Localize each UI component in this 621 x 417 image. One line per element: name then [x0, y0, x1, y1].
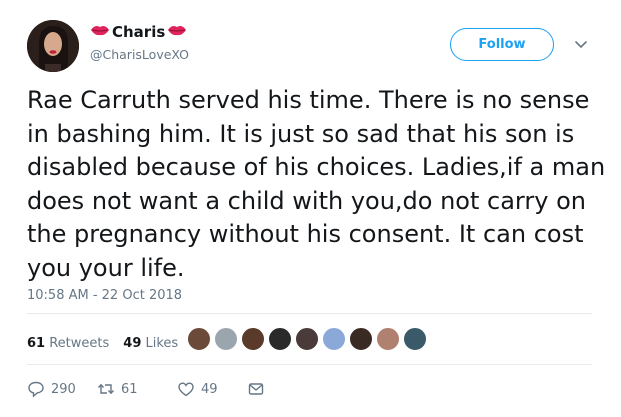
liker-avatar[interactable]: [322, 327, 346, 351]
liker-avatar[interactable]: [403, 327, 427, 351]
retweet-icon: [97, 383, 115, 395]
reply-button[interactable]: 290: [27, 380, 89, 398]
engagement-stats: 61 Retweets 49 Likes: [27, 336, 178, 351]
divider: [27, 313, 592, 314]
likes-count: 49: [123, 336, 142, 351]
follow-button[interactable]: Follow: [450, 28, 554, 61]
liker-avatar[interactable]: [241, 327, 265, 351]
retweet-button[interactable]: 61: [97, 380, 177, 398]
tweet-text: Rae Carruth served his time. There is no…: [27, 86, 606, 282]
like-count: 49: [201, 381, 218, 397]
liker-avatar[interactable]: [187, 327, 211, 351]
chevron-down-icon[interactable]: [573, 36, 589, 52]
reply-count: 290: [51, 381, 76, 397]
profile-avatar[interactable]: [27, 20, 79, 72]
liker-avatar[interactable]: [268, 327, 292, 351]
divider: [27, 364, 592, 365]
retweet-count: 61: [121, 381, 138, 397]
avatar-image: [27, 20, 79, 72]
liker-avatar[interactable]: [295, 327, 319, 351]
liker-avatar[interactable]: [349, 327, 373, 351]
liker-avatar[interactable]: [376, 327, 400, 351]
tweet-timestamp[interactable]: 10:58 AM - 22 Oct 2018: [27, 288, 182, 303]
name-row: Charis: [90, 22, 187, 41]
retweets-stat[interactable]: 61 Retweets: [27, 336, 109, 351]
envelope-icon: [248, 383, 264, 395]
tweet-actions: 290 61 49: [27, 380, 265, 398]
display-name[interactable]: Charis: [112, 23, 165, 41]
likes-label: Likes: [145, 336, 179, 351]
heart-icon: [178, 382, 194, 397]
direct-message-button[interactable]: [247, 380, 265, 398]
retweets-label: Retweets: [49, 336, 110, 351]
likes-stat[interactable]: 49 Likes: [123, 336, 178, 351]
kiss-lips-icon: [167, 22, 187, 41]
liker-avatar[interactable]: [214, 327, 238, 351]
user-handle[interactable]: @CharisLoveXO: [90, 47, 189, 62]
retweets-count: 61: [27, 336, 46, 351]
reply-icon: [28, 381, 44, 398]
likers-avatars: [187, 327, 430, 351]
like-button[interactable]: 49: [177, 380, 247, 398]
kiss-lips-icon: [90, 22, 110, 41]
